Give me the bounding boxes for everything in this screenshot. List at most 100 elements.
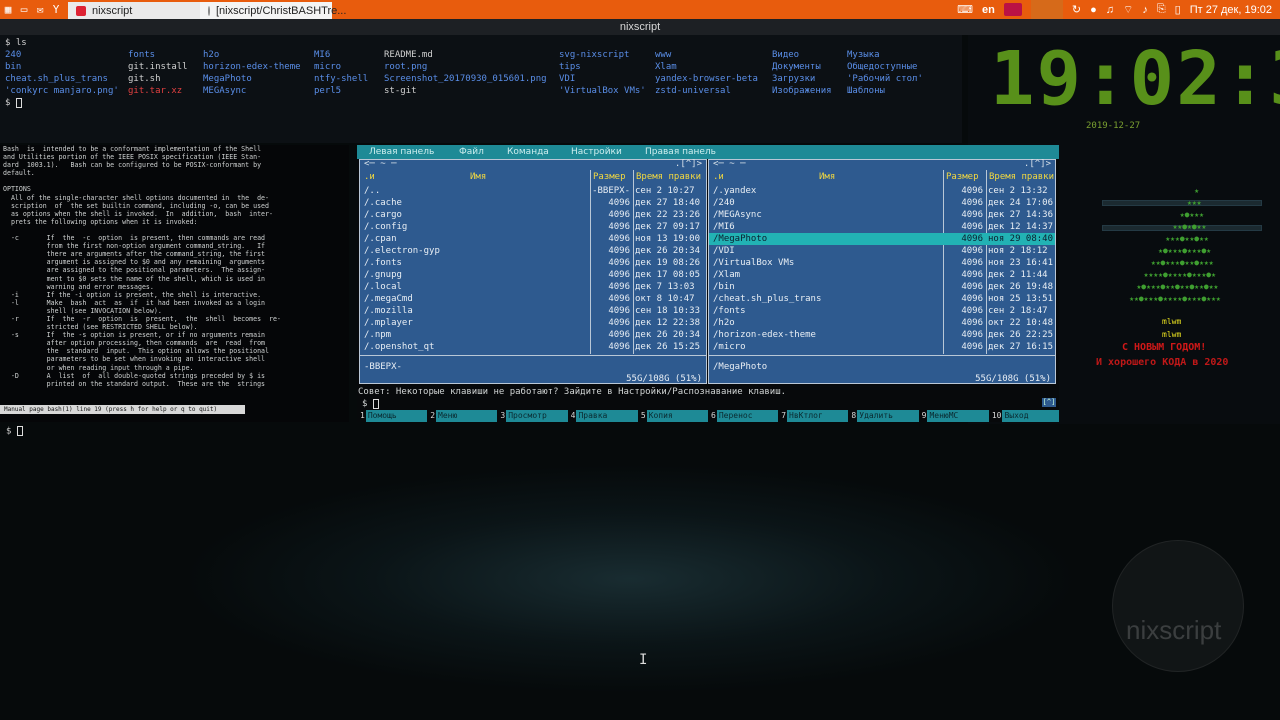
- ls-entry: bin: [5, 62, 22, 72]
- ls-entry: st-git: [384, 86, 417, 96]
- fkey-4[interactable]: 4 Правка: [567, 410, 638, 422]
- file-mtime: дек 17 08:05: [635, 270, 701, 280]
- fkey-3[interactable]: 3 Просмотр: [497, 410, 568, 422]
- apps-grid-icon[interactable]: ▦: [0, 0, 16, 19]
- file-row[interactable]: /.npm 4096 дек 26 20:34: [360, 329, 706, 341]
- menu-command[interactable]: Команда: [507, 145, 549, 159]
- file-row[interactable]: /.mozilla 4096 сен 18 10:33: [360, 305, 706, 317]
- col-mtime[interactable]: Время правки: [636, 171, 701, 183]
- col-size[interactable]: Размер: [946, 171, 979, 183]
- screen-record-icon[interactable]: [1003, 3, 1022, 16]
- file-row[interactable]: /.cargo 4096 дек 22 23:26: [360, 209, 706, 221]
- col-sort[interactable]: .и: [364, 171, 375, 183]
- file-manager-icon[interactable]: ▭: [16, 0, 32, 19]
- file-name: /MI6: [713, 222, 735, 232]
- file-row[interactable]: /.. -ВВЕРХ-сен 2 10:27: [360, 185, 706, 197]
- menu-right-panel[interactable]: Правая панель: [645, 145, 716, 159]
- file-row[interactable]: /.openshot_qt 4096 дек 26 15:25: [360, 341, 706, 353]
- keyboard-layout[interactable]: en: [982, 4, 995, 16]
- menu-left-panel[interactable]: Левая панель: [369, 145, 434, 159]
- ls-entry: fonts: [128, 50, 156, 60]
- file-name: /cheat.sh_plus_trans: [713, 294, 822, 304]
- tab-label: [nixscript/ChristBASHTre...: [216, 4, 347, 17]
- file-row[interactable]: /h2o 4096 окт 22 10:48: [709, 317, 1055, 329]
- file-row[interactable]: /.local 4096 дек 7 13:03: [360, 281, 706, 293]
- panel-hotlist[interactable]: .[^]>: [675, 159, 702, 169]
- fkey-9[interactable]: 9 МенюМС: [918, 410, 989, 422]
- ls-entry: 'Рабочий стол': [847, 74, 923, 84]
- ls-entry: root.png: [384, 62, 428, 72]
- file-row[interactable]: /.cpan 4096 ноя 13 19:00: [360, 233, 706, 245]
- update-icon[interactable]: ↻: [1072, 3, 1081, 16]
- col-mtime[interactable]: Время правки: [989, 171, 1054, 183]
- fkey-6[interactable]: 6 Перенос: [708, 410, 779, 422]
- file-size: 4096: [608, 234, 630, 244]
- col-size[interactable]: Размер: [593, 171, 626, 183]
- fkey-number: 3: [497, 410, 506, 422]
- file-mtime: сен 2 10:27: [635, 186, 695, 196]
- file-row[interactable]: /.fonts 4096 дек 19 08:26: [360, 257, 706, 269]
- fkey-5[interactable]: 5 Копия: [637, 410, 709, 422]
- mc-command-line[interactable]: $: [362, 398, 379, 410]
- file-row[interactable]: /MEGAsync 4096 дек 27 14:36: [709, 209, 1055, 221]
- clipboard-icon[interactable]: ⎘: [1157, 3, 1166, 16]
- file-name: /fonts: [713, 306, 746, 316]
- midnight-commander[interactable]: Левая панель Файл Команда Настройки Прав…: [357, 145, 1060, 422]
- file-row[interactable]: /Xlam 4096 дек 2 11:44: [709, 269, 1055, 281]
- browser-tab-github[interactable]: [nixscript/ChristBASHTre...: [200, 2, 346, 19]
- menu-file[interactable]: Файл: [459, 145, 484, 159]
- file-row[interactable]: /MegaPhoto 4096 ноя 29 08:40: [709, 233, 1055, 245]
- file-size: 4096: [608, 246, 630, 256]
- file-row[interactable]: /.megaCmd 4096 окт 8 10:47: [360, 293, 706, 305]
- file-row[interactable]: /240 4096 дек 24 17:06: [709, 197, 1055, 209]
- fkey-10[interactable]: 10 Выход: [988, 410, 1060, 422]
- yandex-browser-icon[interactable]: Y: [48, 0, 64, 19]
- mc-left-panel[interactable]: <─ ~ ─ .[^]> .и Имя Размер Время правки …: [359, 159, 707, 384]
- fkey-1[interactable]: 1 Помощь: [357, 410, 428, 422]
- file-row[interactable]: /VirtualBox VMs 4096 ноя 23 16:41: [709, 257, 1055, 269]
- file-row[interactable]: /.electron-gyp 4096 дек 26 20:34: [360, 245, 706, 257]
- notification-icon[interactable]: ●: [1090, 4, 1097, 16]
- ls-entry: Изображения: [772, 86, 832, 96]
- col-sort[interactable]: .и: [713, 171, 724, 183]
- ls-entry: git.tar.xz: [128, 86, 183, 96]
- clock-datetime[interactable]: Пт 27 дек, 19:02: [1190, 4, 1272, 16]
- mc-scroll-indicator[interactable]: [^]: [1042, 398, 1056, 407]
- wifi-icon[interactable]: ⌔: [1123, 3, 1133, 17]
- terminal-bottom[interactable]: $ I: [0, 424, 1280, 720]
- file-name: /.local: [364, 282, 402, 292]
- file-row[interactable]: /.gnupg 4096 дек 17 08:05: [360, 269, 706, 281]
- man-page-bash[interactable]: Bash is intended to be a conformant impl…: [0, 145, 349, 422]
- headphones-icon[interactable]: ♫: [1106, 4, 1114, 16]
- terminal-top[interactable]: $ ls 240 fonts h2o MI6 README.md svg-nixscrip…: [0, 35, 962, 143]
- file-row[interactable]: /micro 4096 дек 27 16:15: [709, 341, 1055, 353]
- fkey-7[interactable]: 7 НвКтлог: [778, 410, 849, 422]
- new-year-wish: И хорошего КОДА в 2020: [1096, 357, 1229, 368]
- keyboard-icon[interactable]: ⌨: [957, 3, 973, 16]
- panel-hotlist[interactable]: .[^]>: [1024, 159, 1051, 169]
- file-row[interactable]: /cheat.sh_plus_trans 4096 ноя 25 13:51: [709, 293, 1055, 305]
- browser-tab-nixscript[interactable]: nixscript: [68, 2, 200, 19]
- volume-icon[interactable]: ♪: [1142, 4, 1148, 16]
- ls-entry: horizon-edex-theme: [203, 62, 301, 72]
- file-row[interactable]: /horizon-edex-theme 4096 дек 26 22:25: [709, 329, 1055, 341]
- menu-options[interactable]: Настройки: [571, 145, 622, 159]
- battery-icon[interactable]: ▯: [1175, 3, 1181, 16]
- fkey-2[interactable]: 2 Меню: [427, 410, 498, 422]
- file-row[interactable]: /bin 4096 дек 26 19:48: [709, 281, 1055, 293]
- file-row[interactable]: /fonts 4096 сен 2 18:47: [709, 305, 1055, 317]
- panel-header: <─ ~ ─ .[^]>: [713, 159, 1051, 169]
- file-row[interactable]: /MI6 4096 дек 12 14:37: [709, 221, 1055, 233]
- file-row[interactable]: /.cache 4096 дек 27 18:40: [360, 197, 706, 209]
- mc-right-panel[interactable]: <─ ~ ─ .[^]> .и Имя Размер Время правки …: [708, 159, 1056, 384]
- fkey-8[interactable]: 8 Удалить: [848, 410, 919, 422]
- file-row[interactable]: /.yandex 4096 сен 2 13:32: [709, 185, 1055, 197]
- mail-icon[interactable]: ✉: [32, 0, 48, 19]
- col-name[interactable]: Имя: [470, 171, 486, 183]
- text-cursor: [15, 97, 22, 108]
- file-row[interactable]: /.config 4096 дек 27 09:17: [360, 221, 706, 233]
- col-name[interactable]: Имя: [819, 171, 835, 183]
- file-row[interactable]: /VDI 4096 ноя 2 18:12: [709, 245, 1055, 257]
- file-name: /h2o: [713, 318, 735, 328]
- file-row[interactable]: /.mplayer 4096 дек 12 22:38: [360, 317, 706, 329]
